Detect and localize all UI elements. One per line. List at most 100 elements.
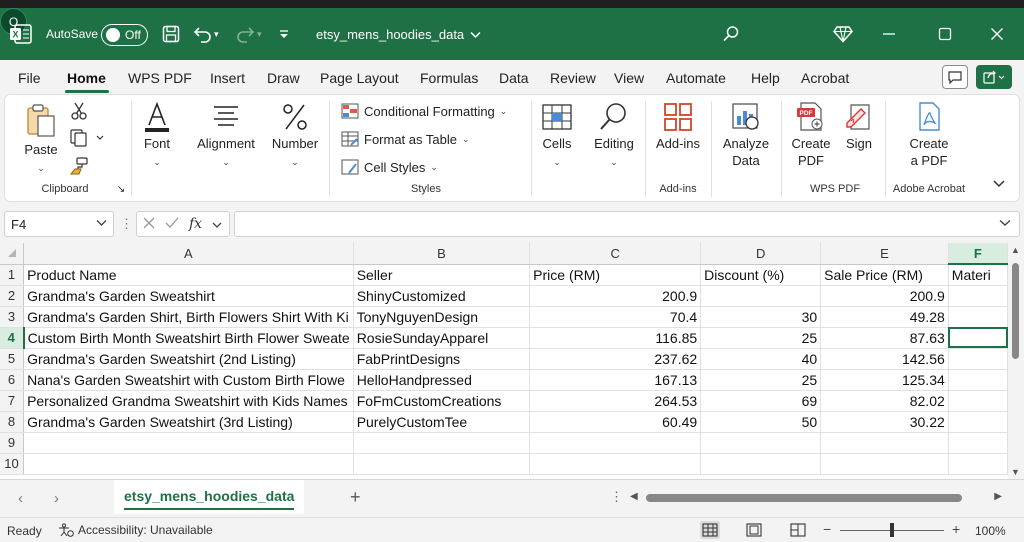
formula-input[interactable]: [234, 211, 1020, 237]
undo-icon[interactable]: [190, 8, 216, 60]
row-header[interactable]: 3: [0, 306, 25, 328]
cell-a2[interactable]: Grandma's Garden Sweatshirt: [23, 285, 354, 307]
page-layout-view-icon[interactable]: [744, 521, 764, 539]
more-sheets-icon[interactable]: ⋮: [610, 489, 623, 505]
undo-dropdown-icon[interactable]: ▾: [214, 8, 219, 60]
cell-e7[interactable]: 82.02: [820, 390, 949, 412]
cell-c3[interactable]: 70.4: [529, 306, 702, 328]
enter-check-icon[interactable]: [165, 216, 179, 232]
cell-b2[interactable]: ShinyCustomized: [353, 285, 531, 307]
tab-file[interactable]: File: [18, 70, 41, 86]
cell-f1[interactable]: Materi: [948, 264, 1008, 286]
cell-c8[interactable]: 60.49: [529, 411, 702, 433]
column-header-a[interactable]: A: [23, 243, 354, 265]
comments-icon[interactable]: [942, 65, 968, 89]
redo-dropdown-icon[interactable]: ▾: [257, 8, 262, 60]
collapse-ribbon-icon[interactable]: [991, 179, 1007, 191]
tab-formulas[interactable]: Formulas: [420, 70, 478, 86]
minimize-button[interactable]: [866, 8, 912, 60]
cell-styles-button[interactable]: Cell Styles ⌄: [341, 159, 438, 175]
accessibility-status[interactable]: Accessibility: Unavailable: [58, 523, 213, 537]
scroll-thumb[interactable]: [1012, 263, 1019, 359]
cell-a5[interactable]: Grandma's Garden Sweatshirt (2nd Listing…: [23, 348, 354, 370]
expand-formula-bar-icon[interactable]: [999, 216, 1011, 230]
horizontal-scrollbar[interactable]: ◀ ▶: [630, 491, 1002, 505]
column-header-d[interactable]: D: [700, 243, 822, 265]
cell-b5[interactable]: FabPrintDesigns: [353, 348, 531, 370]
cell-f2[interactable]: [948, 285, 1008, 307]
cut-icon[interactable]: [69, 101, 89, 123]
redo-icon[interactable]: [232, 8, 258, 60]
row-header[interactable]: 7: [0, 390, 25, 412]
customize-quick-access-icon[interactable]: [278, 8, 290, 60]
cell-c9[interactable]: [529, 432, 702, 454]
row-header[interactable]: 10: [0, 453, 25, 475]
cell-e5[interactable]: 142.56: [820, 348, 949, 370]
editing-button[interactable]: Editing ⌄: [591, 101, 637, 171]
cell-a1[interactable]: Product Name: [23, 264, 354, 286]
cell-c7[interactable]: 264.53: [529, 390, 702, 412]
tab-data[interactable]: Data: [499, 70, 529, 86]
row-header[interactable]: 2: [0, 285, 25, 307]
cell-d8[interactable]: 50: [700, 411, 822, 433]
cell-d3[interactable]: 30: [700, 306, 822, 328]
cell-e6[interactable]: 125.34: [820, 369, 949, 391]
previous-sheet-icon[interactable]: ‹: [18, 490, 23, 507]
tab-draw[interactable]: Draw: [267, 70, 300, 86]
scroll-down-icon[interactable]: ▼: [1011, 467, 1020, 477]
cell-a8[interactable]: Grandma's Garden Sweatshirt (3rd Listing…: [23, 411, 354, 433]
row-header[interactable]: 4: [0, 327, 25, 349]
autosave-toggle[interactable]: Off: [101, 24, 148, 46]
scroll-right-icon[interactable]: ▶: [994, 491, 1002, 502]
horizontal-scroll-thumb[interactable]: [646, 494, 962, 502]
cell-c5[interactable]: 237.62: [529, 348, 702, 370]
cell-d9[interactable]: [700, 432, 822, 454]
tab-page-layout[interactable]: Page Layout: [320, 70, 399, 86]
chevron-down-icon[interactable]: [212, 216, 222, 232]
row-header[interactable]: 1: [0, 264, 25, 286]
next-sheet-icon[interactable]: ›: [54, 490, 59, 507]
cell-c2[interactable]: 200.9: [529, 285, 702, 307]
normal-view-icon[interactable]: [700, 521, 720, 539]
font-button[interactable]: Font ⌄: [135, 101, 179, 171]
name-box[interactable]: F4: [4, 211, 114, 237]
tab-help[interactable]: Help: [751, 70, 780, 86]
format-painter-icon[interactable]: [69, 157, 89, 177]
cell-e1[interactable]: Sale Price (RM): [820, 264, 949, 286]
cell-d7[interactable]: 69: [700, 390, 822, 412]
cell-a10[interactable]: [23, 453, 354, 475]
row-header[interactable]: 6: [0, 369, 25, 391]
format-as-table-button[interactable]: Format as Table ⌄: [341, 131, 470, 147]
cell-e8[interactable]: 30.22: [820, 411, 949, 433]
cell-a6[interactable]: Nana's Garden Sweatshirt with Custom Bir…: [23, 369, 354, 391]
cancel-icon[interactable]: [143, 216, 155, 232]
cells-button[interactable]: Cells ⌄: [535, 101, 579, 171]
cell-b10[interactable]: [353, 453, 531, 475]
cell-b7[interactable]: FoFmCustomCreations: [353, 390, 531, 412]
row-header[interactable]: 8: [0, 411, 25, 433]
cell-a7[interactable]: Personalized Grandma Sweatshirt with Kid…: [23, 390, 354, 412]
zoom-out-icon[interactable]: −: [823, 521, 831, 537]
insert-function-button[interactable]: fx: [189, 216, 202, 232]
paste-button[interactable]: Paste ⌄: [21, 103, 61, 177]
create-pdf-button[interactable]: PDF Create PDF: [787, 101, 835, 169]
cell-d5[interactable]: 40: [700, 348, 822, 370]
add-ins-button[interactable]: Add-ins: [651, 101, 705, 152]
more-options-icon[interactable]: ⋮: [120, 216, 133, 232]
sheet-tab-active[interactable]: etsy_mens_hoodies_data: [114, 480, 305, 514]
scroll-up-icon[interactable]: ▲: [1011, 245, 1020, 255]
cell-a4[interactable]: Custom Birth Month Sweatshirt Birth Flow…: [23, 327, 354, 349]
tab-automate[interactable]: Automate: [666, 70, 726, 86]
number-button[interactable]: Number ⌄: [269, 101, 321, 171]
tab-wps-pdf[interactable]: WPS PDF: [128, 70, 192, 86]
row-header[interactable]: 9: [0, 432, 25, 454]
cell-f3[interactable]: [948, 306, 1008, 328]
page-break-view-icon[interactable]: [788, 521, 808, 539]
cell-c10[interactable]: [529, 453, 702, 475]
column-header-e[interactable]: E: [820, 243, 949, 265]
column-header-b[interactable]: B: [353, 243, 531, 265]
tab-view[interactable]: View: [614, 70, 644, 86]
cell-a9[interactable]: [23, 432, 354, 454]
cell-c4[interactable]: 116.85: [529, 327, 702, 349]
alignment-button[interactable]: Alignment ⌄: [193, 101, 259, 171]
